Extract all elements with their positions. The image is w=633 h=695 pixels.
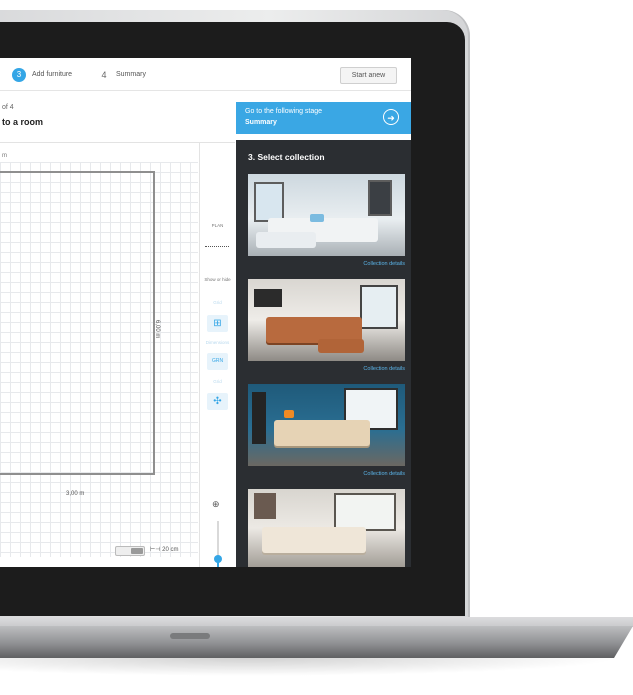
scale-bar-icon: ⊢⊣ (150, 547, 161, 553)
start-anew-button[interactable]: Start anew (340, 67, 397, 84)
dimensions-toggle-button[interactable]: GRN (207, 353, 228, 370)
scale-label: 20 cm (162, 547, 179, 553)
plan-toggle-button[interactable] (207, 231, 228, 243)
laptop-screen: 3 Add furniture 4 Summary Start anew of … (0, 58, 411, 567)
dimension-unit: m (2, 153, 7, 159)
move-arrows-icon: ✣ (213, 396, 222, 407)
wizard-topbar: 3 Add furniture 4 Summary Start anew (0, 58, 411, 91)
laptop-hinge (0, 617, 633, 627)
collection-card[interactable] (248, 489, 405, 567)
next-stage-caption: Go to the following stage (245, 108, 323, 115)
collection-details-link[interactable]: Collection details (363, 261, 405, 267)
dimensions-label: Dimensions (205, 340, 230, 345)
room-width-dimension: 3,00 m (66, 491, 85, 497)
step-4-label[interactable]: Summary (116, 71, 146, 78)
grid-label: Grid (213, 300, 222, 305)
step-4-indicator[interactable]: 4 (97, 68, 111, 82)
laptop-shadow (0, 658, 620, 676)
next-stage-button[interactable]: Go to the following stage Summary ➜ (236, 102, 411, 134)
step-counter: of 4 (2, 104, 14, 111)
grid-label-2: Grid (213, 379, 222, 384)
collection-card[interactable] (248, 174, 405, 256)
room-height-dimension: 6,00 m (154, 320, 160, 339)
next-stage-name: Summary (245, 119, 277, 126)
zoom-slider-handle[interactable] (214, 555, 222, 563)
plan-label: PLAN (211, 223, 224, 228)
collection-card[interactable] (248, 279, 405, 361)
scale-toggle[interactable] (115, 546, 145, 556)
plan-dotted-line (205, 246, 229, 248)
room-outline[interactable] (0, 171, 155, 475)
show-hide-label: Show or hide (204, 277, 231, 282)
scale-indicator: ⊢⊣ 20 cm (150, 546, 178, 553)
arrow-right-icon: ➜ (383, 109, 399, 125)
collections-panel: 3. Select collection Collection details … (236, 140, 411, 567)
collections-title: 3. Select collection (248, 152, 325, 162)
move-toggle-button[interactable]: ✣ (207, 393, 228, 410)
grid-toggle-button[interactable]: ⊞ (207, 315, 228, 332)
step-3-indicator[interactable]: 3 (12, 68, 26, 82)
grid-icon: ⊞ (213, 318, 222, 329)
collection-details-link[interactable]: Collection details (363, 471, 405, 477)
laptop-base (0, 626, 633, 658)
collection-card[interactable] (248, 384, 405, 466)
step-3-label[interactable]: Add furniture (32, 71, 72, 78)
page-title: to a room (2, 117, 44, 127)
laptop-notch (170, 633, 210, 639)
collection-details-link[interactable]: Collection details (363, 366, 405, 372)
zoom-in-icon[interactable]: ⊕ (212, 499, 220, 510)
